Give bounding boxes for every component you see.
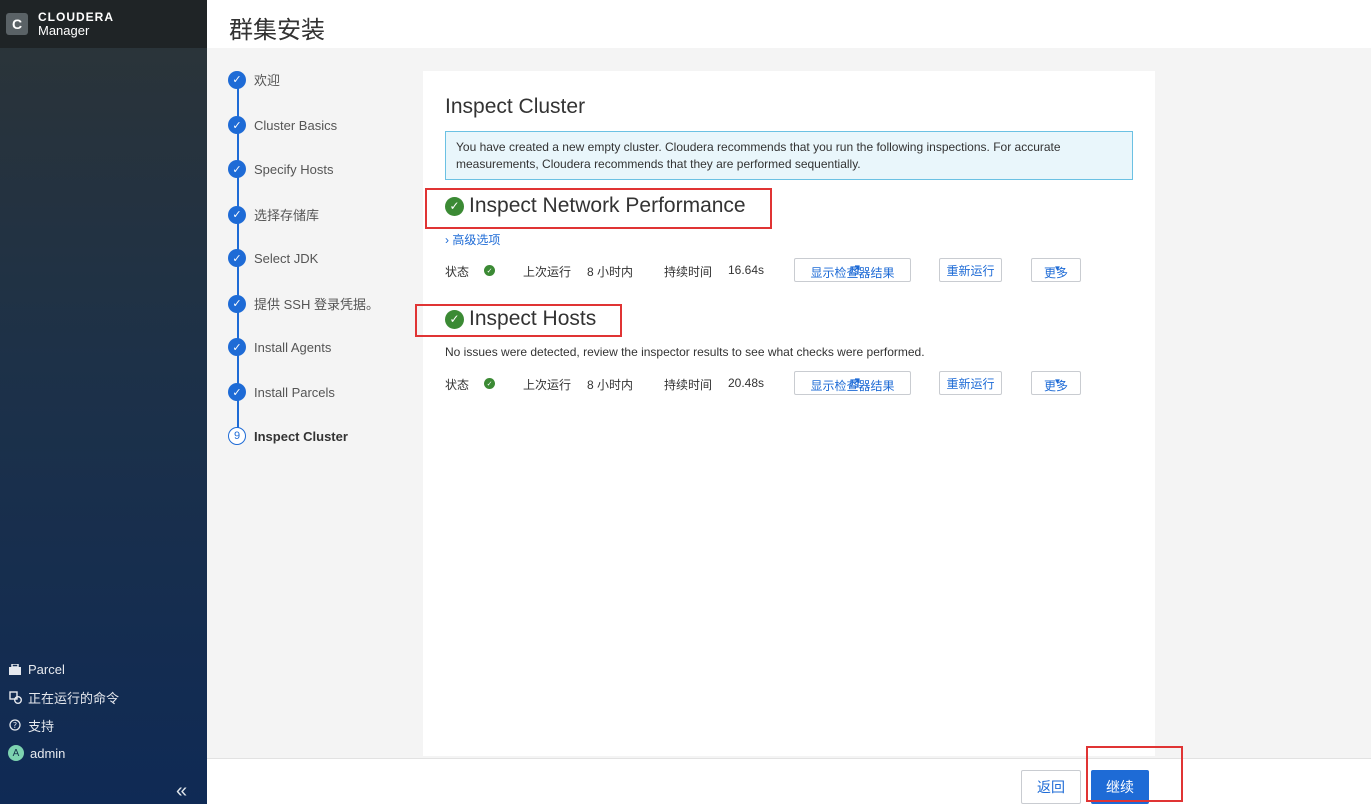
sidebar-item-label: Parcel xyxy=(28,661,65,677)
duration-value: 20.48s xyxy=(728,376,765,390)
more-dropdown[interactable]: 更多 ▼ xyxy=(1031,258,1081,282)
step-specify-hosts[interactable]: ✓ Specify Hosts xyxy=(228,160,333,178)
check-icon: ✓ xyxy=(228,116,246,134)
collapse-sidebar-icon[interactable]: « xyxy=(176,780,187,803)
hosts-description: No issues were detected, review the insp… xyxy=(445,345,925,359)
page-header: 群集安装 xyxy=(207,0,1371,48)
logo[interactable]: C CLOUDERA Manager xyxy=(0,0,207,48)
step-welcome[interactable]: ✓ 欢迎 xyxy=(228,70,280,89)
more-dropdown[interactable]: 更多 ▼ xyxy=(1031,371,1081,395)
status-label: 状态 xyxy=(445,265,470,279)
external-link-icon xyxy=(849,264,860,278)
check-icon: ✓ xyxy=(228,294,246,313)
status-label: 状态 xyxy=(445,378,470,392)
panel-title: Inspect Cluster xyxy=(445,95,586,118)
last-run-value: 8 小时内 xyxy=(587,378,634,392)
check-icon: ✓ xyxy=(228,249,246,267)
running-commands-icon xyxy=(8,690,22,704)
sidebar-item-running-commands[interactable]: 正在运行的命令 xyxy=(8,683,119,711)
network-section-title: ✓ Inspect Network Performance xyxy=(445,194,746,218)
sidebar-bottom-links: Parcel 正在运行的命令 ? 支持 A admin xyxy=(8,655,119,767)
wizard-footer: 返回 继续 xyxy=(207,758,1371,804)
step-install-parcels[interactable]: ✓ Install Parcels xyxy=(228,383,335,401)
avatar: A xyxy=(8,745,24,761)
status-ok-icon: ✓ xyxy=(484,378,495,389)
hosts-section-title: ✓ Inspect Hosts xyxy=(445,307,596,331)
info-alert: You have created a new empty cluster. Cl… xyxy=(445,131,1133,180)
last-run-value: 8 小时内 xyxy=(587,265,634,279)
duration-value: 16.64s xyxy=(728,263,765,277)
hosts-status-row: 状态 ✓ 上次运行 8 小时内 持续时间 20.48s 显示检查器结果 重新运行… xyxy=(445,371,1105,395)
success-check-icon: ✓ xyxy=(445,196,464,216)
caret-down-icon: ▼ xyxy=(1053,377,1062,386)
step-inspect-cluster[interactable]: 9 Inspect Cluster xyxy=(228,427,348,445)
help-icon: ? xyxy=(8,718,22,732)
brand-product: Manager xyxy=(38,23,90,38)
show-results-button[interactable]: 显示检查器结果 xyxy=(794,258,911,282)
last-run-label: 上次运行 xyxy=(523,265,572,279)
svg-text:?: ? xyxy=(13,721,17,730)
check-icon: ✓ xyxy=(228,338,246,356)
chevron-right-icon: › xyxy=(445,233,449,247)
network-status-row: 状态 ✓ 上次运行 8 小时内 持续时间 16.64s 显示检查器结果 重新运行… xyxy=(445,258,1105,282)
step-install-agents[interactable]: ✓ Install Agents xyxy=(228,338,331,356)
check-icon: ✓ xyxy=(228,383,246,401)
success-check-icon: ✓ xyxy=(445,309,464,329)
advanced-options-link[interactable]: › 高级选项 xyxy=(445,231,500,248)
last-run-label: 上次运行 xyxy=(523,378,572,392)
duration-label: 持续时间 xyxy=(664,378,713,392)
sidebar-item-label: admin xyxy=(30,745,66,761)
highlight-box xyxy=(1086,746,1183,802)
cloudera-logo-icon: C xyxy=(6,13,28,35)
check-icon: ✓ xyxy=(228,70,246,89)
check-icon: ✓ xyxy=(228,205,246,224)
main-panel: Inspect Cluster You have created a new e… xyxy=(415,71,1155,756)
brand-name: CLOUDERA xyxy=(38,10,114,24)
check-icon: ✓ xyxy=(228,160,246,178)
duration-label: 持续时间 xyxy=(664,265,713,279)
external-link-icon xyxy=(849,377,860,391)
caret-down-icon: ▼ xyxy=(1053,264,1062,273)
sidebar-item-support[interactable]: ? 支持 xyxy=(8,711,119,739)
step-ssh-credentials[interactable]: ✓ 提供 SSH 登录凭据。 xyxy=(228,294,379,313)
step-cluster-basics[interactable]: ✓ Cluster Basics xyxy=(228,116,337,134)
show-results-button[interactable]: 显示检查器结果 xyxy=(794,371,911,395)
step-select-jdk[interactable]: ✓ Select JDK xyxy=(228,249,318,267)
sidebar: C CLOUDERA Manager Parcel 正在运行的命令 ? 支持 A xyxy=(0,0,207,804)
back-button[interactable]: 返回 xyxy=(1021,770,1081,804)
step-number: 9 xyxy=(228,427,246,445)
sidebar-item-admin[interactable]: A admin xyxy=(8,739,119,767)
rerun-button[interactable]: 重新运行 xyxy=(939,258,1002,282)
sidebar-item-label: 支持 xyxy=(28,718,55,734)
status-ok-icon: ✓ xyxy=(484,265,495,276)
sidebar-item-parcel[interactable]: Parcel xyxy=(8,655,119,683)
rerun-button[interactable]: 重新运行 xyxy=(939,371,1002,395)
parcel-icon xyxy=(8,662,22,676)
sidebar-item-label: 正在运行的命令 xyxy=(28,690,120,706)
page-title: 群集安装 xyxy=(229,17,325,44)
step-select-repository[interactable]: ✓ 选择存储库 xyxy=(228,205,319,224)
